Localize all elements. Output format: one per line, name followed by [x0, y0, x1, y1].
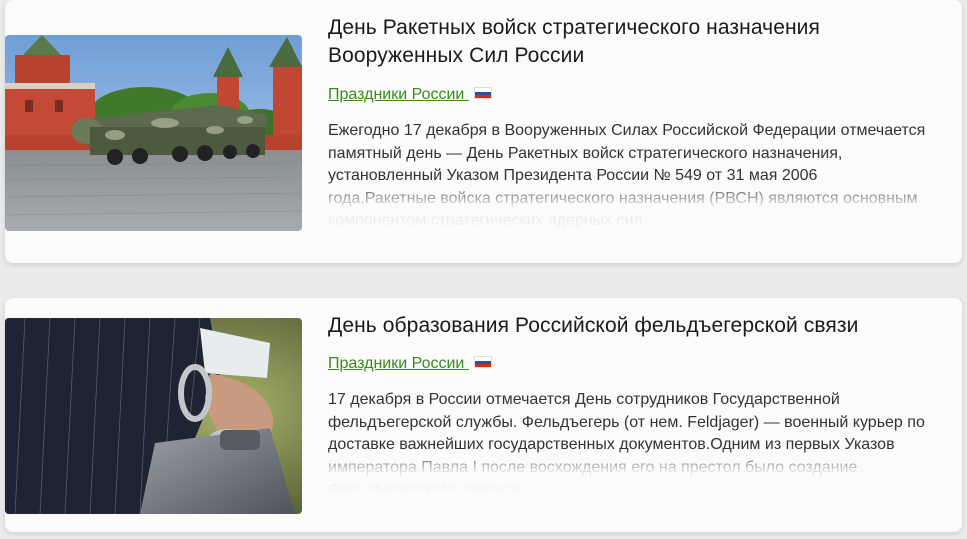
- courier-handcuffed-briefcase-photo: [5, 318, 302, 514]
- article-title[interactable]: День образования Российской фельдъегерск…: [328, 312, 938, 340]
- article-title[interactable]: День Ракетных войск стратегического назн…: [328, 14, 938, 70]
- russia-flag-icon: [473, 356, 492, 369]
- missile-parade-kremlin-photo: [5, 35, 302, 231]
- article-thumbnail[interactable]: [5, 318, 302, 514]
- article-thumbnail[interactable]: [5, 35, 302, 231]
- article-excerpt: Ежегодно 17 декабря в Вооруженных Силах …: [328, 122, 926, 229]
- category-link[interactable]: Праздники России: [328, 354, 492, 374]
- article-card[interactable]: День образования Российской фельдъегерск…: [5, 298, 962, 532]
- article-excerpt: 17 декабря в России отмечается День сотр…: [328, 391, 925, 491]
- russia-flag-icon: [473, 87, 492, 100]
- category-label[interactable]: Праздники России: [328, 355, 464, 372]
- article-card[interactable]: День Ракетных войск стратегического назн…: [5, 0, 962, 263]
- category-link[interactable]: Праздники России: [328, 85, 492, 105]
- category-label[interactable]: Праздники России: [328, 86, 464, 103]
